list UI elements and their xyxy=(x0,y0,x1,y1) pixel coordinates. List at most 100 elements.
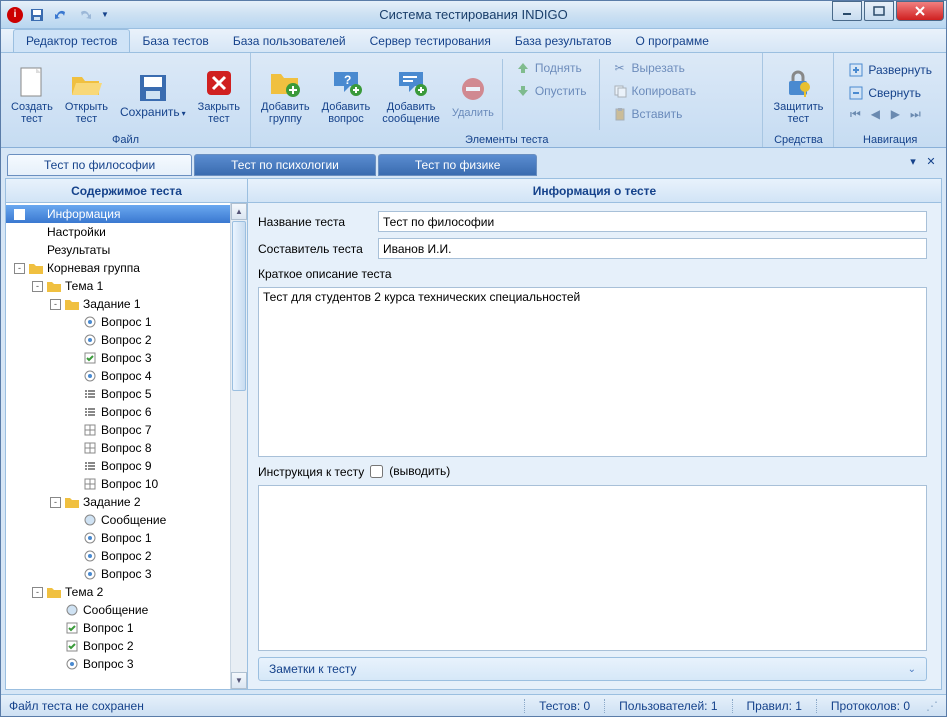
tree-item[interactable]: -Задание 2 xyxy=(6,493,247,511)
info-title: Информация о тесте xyxy=(248,179,941,203)
collapse-all-button[interactable]: Свернуть xyxy=(842,82,938,104)
tree-item[interactable]: Вопрос 2 xyxy=(6,331,247,349)
tree-item[interactable]: -Корневая группа xyxy=(6,259,247,277)
doctab-close-icon[interactable]: ✕ xyxy=(924,154,938,168)
chevron-down-icon: ⌄ xyxy=(908,664,916,675)
folder-icon xyxy=(28,260,44,276)
tree-item[interactable]: Сообщение xyxy=(6,601,247,619)
menu-test-db[interactable]: База тестов xyxy=(130,30,220,52)
radio-icon xyxy=(82,548,98,564)
save-test-button[interactable]: Сохранить▾ xyxy=(114,55,192,134)
tree-item[interactable]: Результаты xyxy=(6,241,247,259)
tree-item[interactable]: Вопрос 2 xyxy=(6,637,247,655)
msg-icon xyxy=(82,512,98,528)
add-message-button[interactable]: Добавить сообщение xyxy=(376,55,446,134)
nav-last-icon[interactable]: ⏭ xyxy=(908,107,922,121)
msg-icon xyxy=(64,602,80,618)
radio-icon xyxy=(82,530,98,546)
scroll-up-icon[interactable]: ▲ xyxy=(231,203,247,220)
tree-item[interactable]: Вопрос 1 xyxy=(6,313,247,331)
info-pane: Информация о тесте Название теста Состав… xyxy=(248,179,941,689)
tree-item[interactable]: Вопрос 10 xyxy=(6,475,247,493)
move-up-button[interactable]: Поднять xyxy=(509,57,593,79)
maximize-button[interactable] xyxy=(864,1,894,21)
ribbon: Создать тест Открыть тест Сохранить▾ Зак… xyxy=(1,53,946,148)
scroll-thumb[interactable] xyxy=(232,221,246,391)
doctab-philosophy[interactable]: Тест по философии xyxy=(7,154,192,176)
folder-icon xyxy=(64,494,80,510)
tree-item[interactable]: Вопрос 3 xyxy=(6,349,247,367)
notes-toggle[interactable]: Заметки к тесту ⌄ xyxy=(258,657,927,681)
tree-item[interactable]: Вопрос 1 xyxy=(6,529,247,547)
menu-server[interactable]: Сервер тестирования xyxy=(358,30,503,52)
instr-checkbox[interactable] xyxy=(370,465,383,478)
notes-label: Заметки к тесту xyxy=(269,662,356,676)
list-icon xyxy=(82,404,98,420)
nav-prev-icon[interactable]: ◀ xyxy=(868,107,882,121)
tree-item[interactable]: Настройки xyxy=(6,223,247,241)
tree-item[interactable]: Информация xyxy=(6,205,247,223)
doctab-menu-icon[interactable]: ▾ xyxy=(906,154,920,168)
radio-icon xyxy=(82,368,98,384)
copy-button[interactable]: Копировать xyxy=(606,80,703,102)
grid-icon xyxy=(82,440,98,456)
close-test-button[interactable]: Закрыть тест xyxy=(192,55,246,134)
instr-hint: (выводить) xyxy=(389,464,450,478)
desc-textarea[interactable]: Тест для студентов 2 курса технических с… xyxy=(258,287,927,457)
tree-item[interactable]: Сообщение xyxy=(6,511,247,529)
delete-button[interactable]: Удалить xyxy=(446,55,500,134)
tree-item[interactable]: -Тема 1 xyxy=(6,277,247,295)
create-test-button[interactable]: Создать тест xyxy=(5,55,59,134)
tree-item[interactable]: Вопрос 5 xyxy=(6,385,247,403)
add-question-button[interactable]: ?Добавить вопрос xyxy=(316,55,377,134)
paste-button[interactable]: Вставить xyxy=(606,103,703,125)
cut-button[interactable]: ✂Вырезать xyxy=(606,57,703,79)
qat-redo-icon[interactable] xyxy=(75,5,95,25)
menu-results[interactable]: База результатов xyxy=(503,30,624,52)
tree-scrollbar[interactable]: ▲ ▼ xyxy=(230,203,247,689)
status-users: Пользователей: 1 xyxy=(604,699,731,713)
move-down-button[interactable]: Опустить xyxy=(509,80,593,102)
close-button[interactable] xyxy=(896,1,944,21)
list-icon xyxy=(82,386,98,402)
scroll-down-icon[interactable]: ▼ xyxy=(231,672,247,689)
tree-title: Содержимое теста xyxy=(6,179,247,203)
info-icon xyxy=(28,206,44,222)
menu-user-db[interactable]: База пользователей xyxy=(221,30,358,52)
tree-item[interactable]: Вопрос 3 xyxy=(6,565,247,583)
menu-about[interactable]: О программе xyxy=(623,30,720,52)
ribbon-group-elements: Элементы теста xyxy=(255,134,758,146)
tree-item[interactable]: Вопрос 3 xyxy=(6,655,247,673)
tree-item[interactable]: Вопрос 1 xyxy=(6,619,247,637)
tree-item[interactable]: Вопрос 6 xyxy=(6,403,247,421)
nav-first-icon[interactable]: ⏮ xyxy=(848,107,862,121)
tree-item[interactable]: Вопрос 8 xyxy=(6,439,247,457)
qat-save-icon[interactable] xyxy=(27,5,47,25)
app-window: i ▼ Система тестирования INDIGO Редактор… xyxy=(0,0,947,717)
tree-item[interactable]: -Тема 2 xyxy=(6,583,247,601)
ribbon-group-nav: Навигация xyxy=(838,134,942,146)
minimize-button[interactable] xyxy=(832,1,862,21)
check-icon xyxy=(64,620,80,636)
expand-all-button[interactable]: Развернуть xyxy=(842,59,938,81)
open-test-button[interactable]: Открыть тест xyxy=(59,55,114,134)
protect-test-button[interactable]: Защитить тест xyxy=(767,55,829,134)
name-input[interactable] xyxy=(378,211,927,232)
doctab-physics[interactable]: Тест по физике xyxy=(378,154,538,176)
tree-item[interactable]: -Задание 1 xyxy=(6,295,247,313)
qat-undo-icon[interactable] xyxy=(51,5,71,25)
add-group-button[interactable]: Добавить группу xyxy=(255,55,316,134)
resize-grip-icon[interactable]: ⋰ xyxy=(924,699,938,713)
menu-editor[interactable]: Редактор тестов xyxy=(13,29,130,52)
author-input[interactable] xyxy=(378,238,927,259)
instr-textarea[interactable] xyxy=(258,485,927,651)
doctab-psychology[interactable]: Тест по психологии xyxy=(194,154,376,176)
qat-dropdown-icon[interactable]: ▼ xyxy=(101,10,109,19)
tree-item[interactable]: Вопрос 9 xyxy=(6,457,247,475)
nav-next-icon[interactable]: ▶ xyxy=(888,107,902,121)
tree-item[interactable]: Вопрос 7 xyxy=(6,421,247,439)
tree-view[interactable]: ИнформацияНастройкиРезультаты-Корневая г… xyxy=(6,203,247,689)
tree-item[interactable]: Вопрос 2 xyxy=(6,547,247,565)
instr-label: Инструкция к тесту xyxy=(258,465,364,479)
tree-item[interactable]: Вопрос 4 xyxy=(6,367,247,385)
